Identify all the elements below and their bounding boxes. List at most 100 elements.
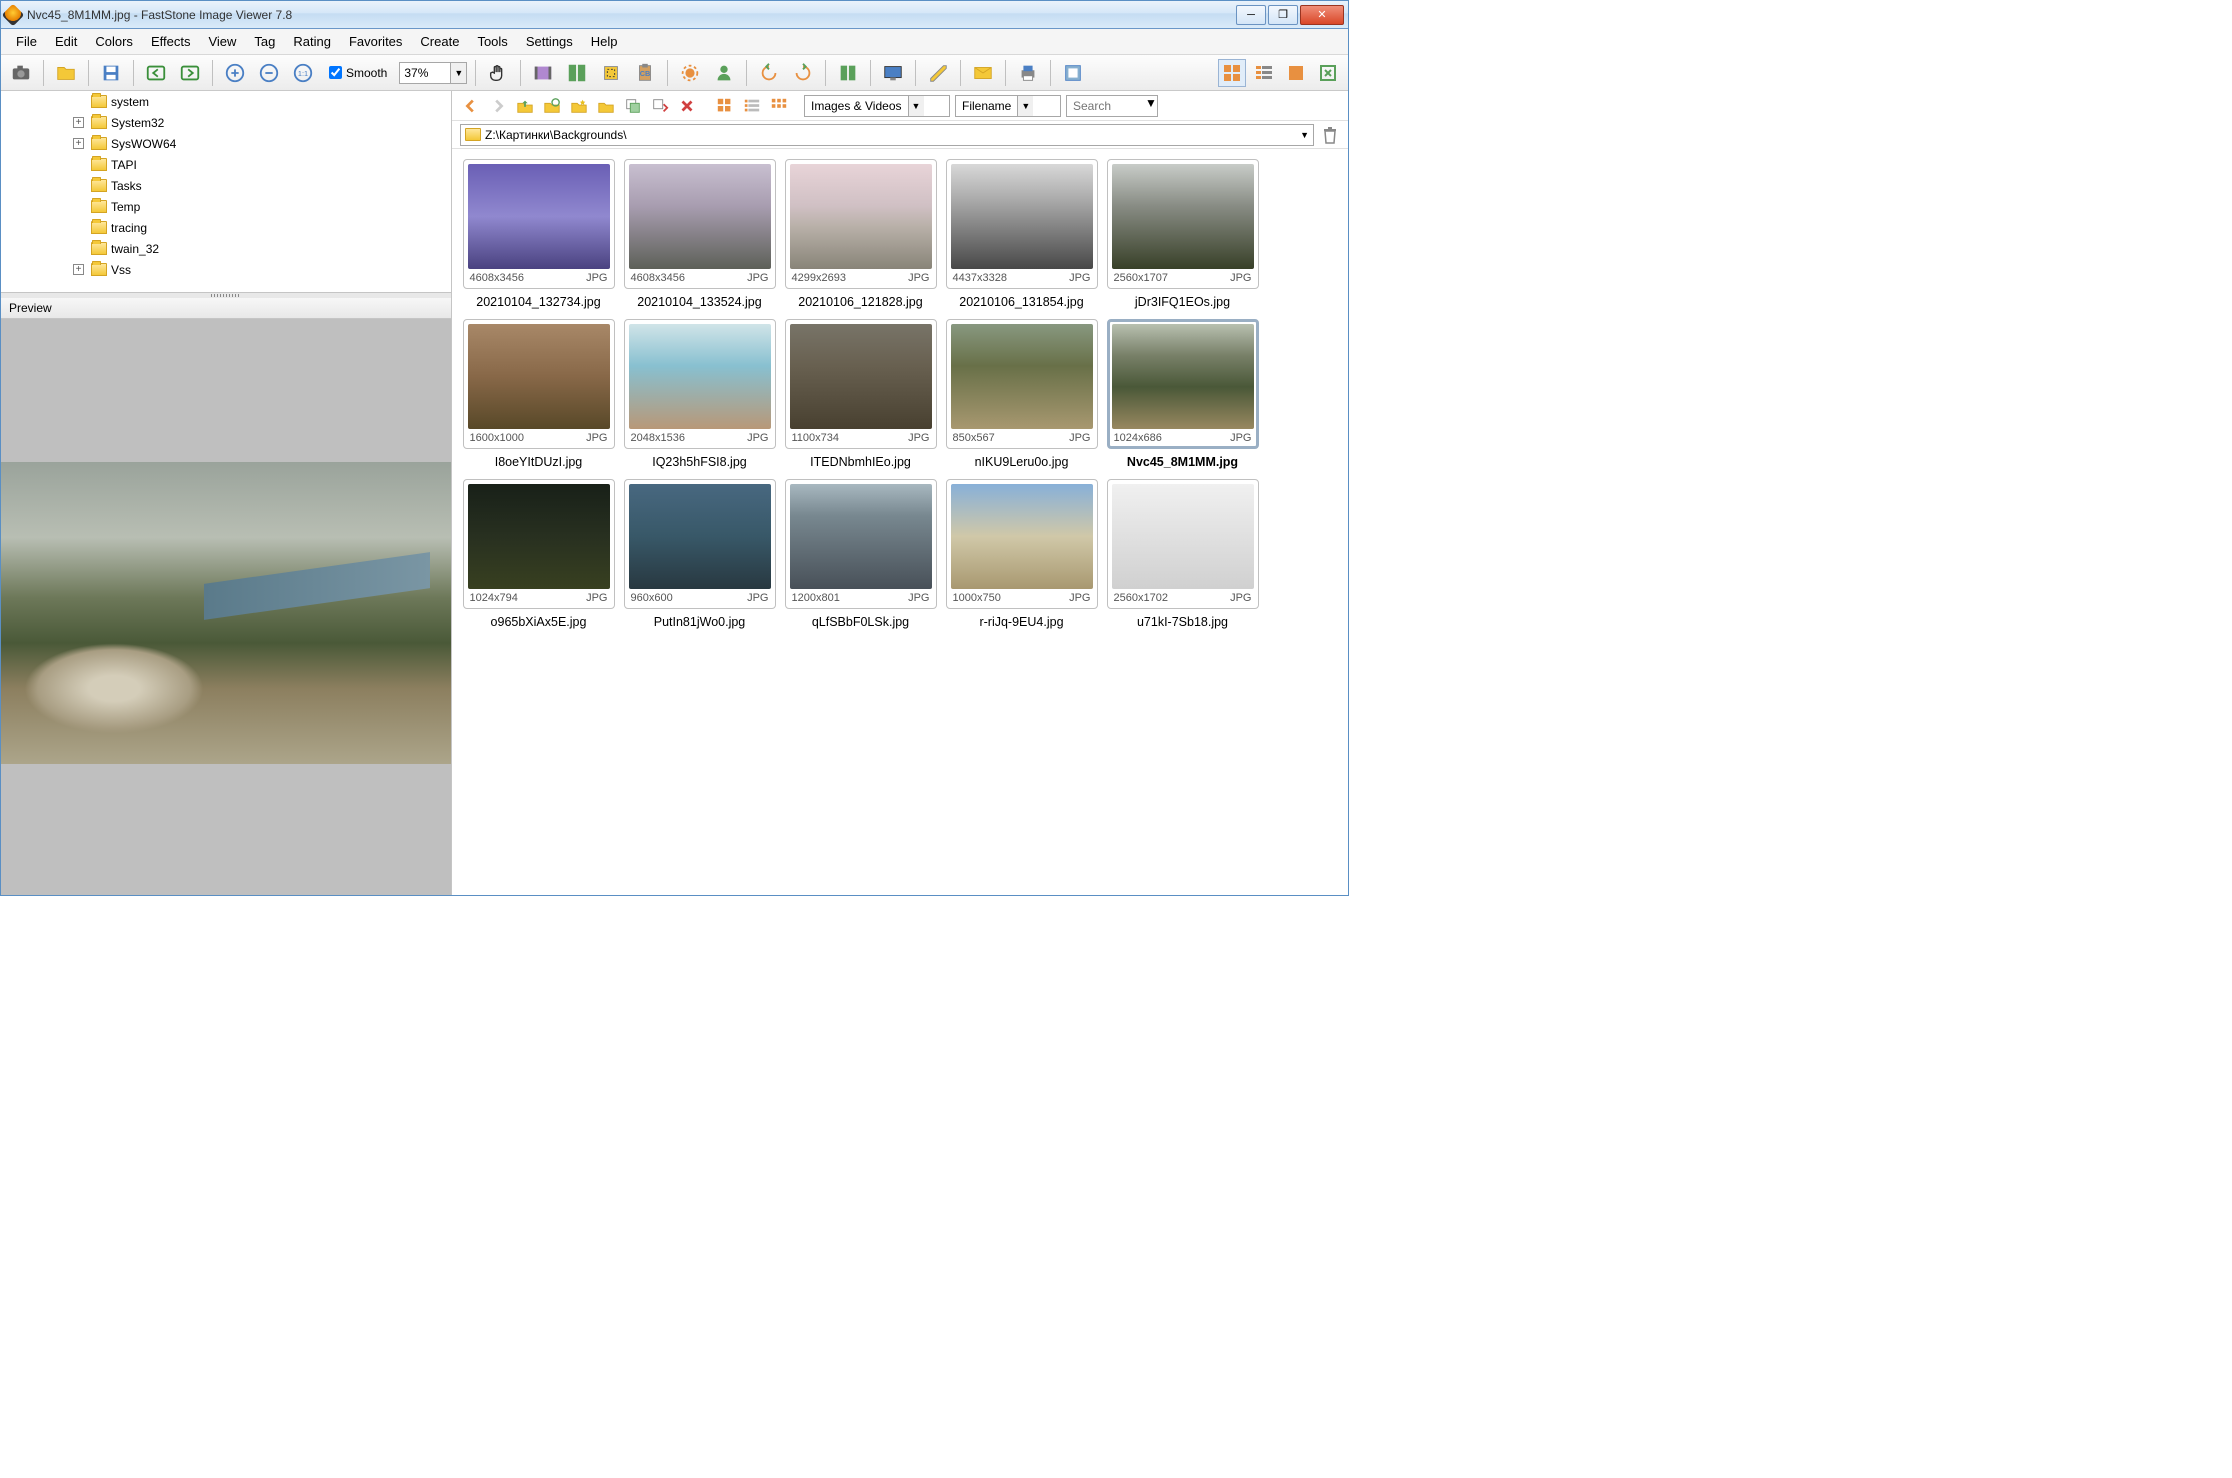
thumbnail-item[interactable]: 850x567JPGnIKU9Leru0o.jpg — [945, 319, 1098, 469]
tree-item[interactable]: +System32 — [1, 112, 451, 133]
chevron-down-icon[interactable]: ▼ — [1017, 96, 1033, 116]
menu-tools[interactable]: Tools — [468, 30, 516, 53]
menu-favorites[interactable]: Favorites — [340, 30, 411, 53]
copy-to-button[interactable] — [622, 95, 644, 117]
expand-icon[interactable]: + — [73, 138, 84, 149]
maximize-button[interactable]: ❐ — [1268, 5, 1298, 25]
zoom-actual-button[interactable]: 1:1 — [289, 59, 317, 87]
thumbnail-item[interactable]: 2560x1702JPGu71kI-7Sb18.jpg — [1106, 479, 1259, 629]
refresh-folder-button[interactable] — [541, 95, 563, 117]
thumbnail-item[interactable]: 1000x750JPGr-riJq-9EU4.jpg — [945, 479, 1098, 629]
resize-button[interactable] — [834, 59, 862, 87]
expand-icon[interactable]: + — [73, 117, 84, 128]
view-fullscreen-button[interactable] — [1314, 59, 1342, 87]
thumbnail-area[interactable]: 4608x3456JPG20210104_132734.jpg4608x3456… — [452, 149, 1348, 895]
folder-tree[interactable]: system+System32+SysWOW64TAPITasksTemptra… — [1, 91, 451, 293]
save-button[interactable] — [97, 59, 125, 87]
back-button[interactable] — [460, 95, 482, 117]
preview-panel[interactable] — [1, 319, 451, 895]
scan-button[interactable] — [924, 59, 952, 87]
delete-button[interactable] — [676, 95, 698, 117]
jpeg-button[interactable] — [1059, 59, 1087, 87]
menu-view[interactable]: View — [199, 30, 245, 53]
tree-item[interactable]: TAPI — [1, 154, 451, 175]
open-button[interactable] — [52, 59, 80, 87]
close-button[interactable]: ✕ — [1300, 5, 1344, 25]
path-input[interactable]: Z:\Картинки\Backgrounds\ ▼ — [460, 124, 1314, 146]
menu-colors[interactable]: Colors — [86, 30, 142, 53]
tree-item[interactable]: twain_32 — [1, 238, 451, 259]
thumbnail-item[interactable]: 4437x3328JPG20210106_131854.jpg — [945, 159, 1098, 309]
menu-edit[interactable]: Edit — [46, 30, 86, 53]
thumbnail-item[interactable]: 4608x3456JPG20210104_133524.jpg — [623, 159, 776, 309]
chevron-down-icon[interactable]: ▼ — [1300, 130, 1309, 140]
new-folder-button[interactable] — [595, 95, 617, 117]
tree-item[interactable]: Temp — [1, 196, 451, 217]
view-list-icon[interactable] — [741, 95, 763, 117]
thumbnail-item[interactable]: 960x600JPGPutIn81jWo0.jpg — [623, 479, 776, 629]
menu-tag[interactable]: Tag — [245, 30, 284, 53]
zoom-select[interactable]: ▼ — [399, 62, 467, 84]
zoom-dropdown-icon[interactable]: ▼ — [450, 63, 466, 83]
slideshow-button[interactable] — [529, 59, 557, 87]
rotate-left-button[interactable] — [755, 59, 783, 87]
view-single-button[interactable] — [1282, 59, 1310, 87]
menu-create[interactable]: Create — [411, 30, 468, 53]
move-to-button[interactable] — [649, 95, 671, 117]
tree-item[interactable]: +SysWOW64 — [1, 133, 451, 154]
thumbnail-item[interactable]: 1024x794JPGo965bXiAx5E.jpg — [462, 479, 615, 629]
print-button[interactable] — [1014, 59, 1042, 87]
view-small-icon[interactable] — [768, 95, 790, 117]
email-button[interactable] — [969, 59, 997, 87]
compare-button[interactable] — [563, 59, 591, 87]
thumbnail-item[interactable]: 1600x1000JPGI8oeYItDUzI.jpg — [462, 319, 615, 469]
view-grid-icon[interactable] — [714, 95, 736, 117]
trash-icon[interactable] — [1320, 125, 1340, 145]
thumbnail-item[interactable]: 2048x1536JPGIQ23h5hFSI8.jpg — [623, 319, 776, 469]
minimize-button[interactable]: ─ — [1236, 5, 1266, 25]
search-box[interactable]: ▼ — [1066, 95, 1158, 117]
zoom-input[interactable] — [400, 63, 450, 83]
zoom-out-button[interactable] — [255, 59, 283, 87]
sort-dropdown[interactable]: Filename▼ — [955, 95, 1061, 117]
search-input[interactable] — [1067, 96, 1145, 116]
tree-item[interactable]: system — [1, 91, 451, 112]
up-folder-button[interactable] — [514, 95, 536, 117]
titlebar[interactable]: Nvc45_8M1MM.jpg - FastStone Image Viewer… — [1, 1, 1348, 29]
thumb-format: JPG — [1069, 592, 1090, 604]
rotate-right-button[interactable] — [789, 59, 817, 87]
view-details-button[interactable] — [1250, 59, 1278, 87]
tree-item[interactable]: tracing — [1, 217, 451, 238]
hand-tool-button[interactable] — [484, 59, 512, 87]
clipboard-button[interactable]: CB — [631, 59, 659, 87]
thumbnail-item[interactable]: 1024x686JPGNvc45_8M1MM.jpg — [1106, 319, 1259, 469]
next-button[interactable] — [176, 59, 204, 87]
tree-item[interactable]: Tasks — [1, 175, 451, 196]
thumbnail-item[interactable]: 4299x2693JPG20210106_121828.jpg — [784, 159, 937, 309]
favorites-folder-button[interactable] — [568, 95, 590, 117]
tree-item[interactable]: +Vss — [1, 259, 451, 280]
smooth-checkbox[interactable]: Smooth — [329, 66, 387, 80]
thumbnail-item[interactable]: 2560x1707JPGjDr3IFQ1EOs.jpg — [1106, 159, 1259, 309]
capture-button[interactable] — [7, 59, 35, 87]
menu-help[interactable]: Help — [582, 30, 627, 53]
menu-effects[interactable]: Effects — [142, 30, 200, 53]
crop-button[interactable] — [597, 59, 625, 87]
chevron-down-icon[interactable]: ▼ — [1145, 96, 1157, 116]
zoom-in-button[interactable] — [221, 59, 249, 87]
expand-icon[interactable]: + — [73, 264, 84, 275]
wallpaper-button[interactable] — [879, 59, 907, 87]
menu-rating[interactable]: Rating — [284, 30, 340, 53]
menu-file[interactable]: File — [7, 30, 46, 53]
chevron-down-icon[interactable]: ▼ — [908, 96, 924, 116]
thumbnail-item[interactable]: 1200x801JPGqLfSBbF0LSk.jpg — [784, 479, 937, 629]
menu-settings[interactable]: Settings — [517, 30, 582, 53]
thumbnail-item[interactable]: 1100x734JPGITEDNbmhIEo.jpg — [784, 319, 937, 469]
person-button[interactable] — [710, 59, 738, 87]
forward-button[interactable] — [487, 95, 509, 117]
settings-gear-button[interactable] — [676, 59, 704, 87]
thumbnail-item[interactable]: 4608x3456JPG20210104_132734.jpg — [462, 159, 615, 309]
filter-type-dropdown[interactable]: Images & Videos▼ — [804, 95, 950, 117]
view-thumbnails-button[interactable] — [1218, 59, 1246, 87]
prev-button[interactable] — [142, 59, 170, 87]
